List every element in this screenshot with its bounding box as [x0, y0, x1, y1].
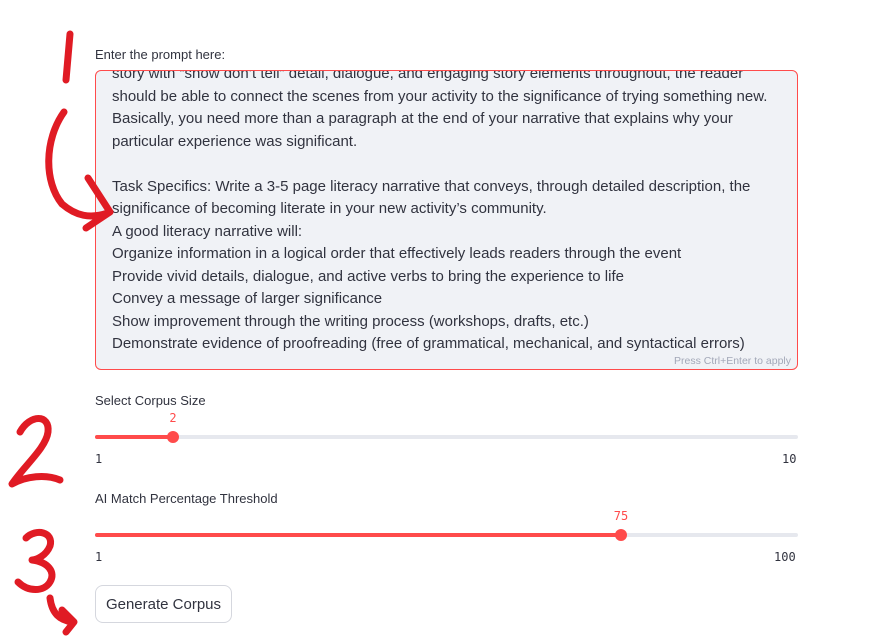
annotation-2 — [8, 415, 64, 488]
threshold-label: AI Match Percentage Threshold — [95, 491, 278, 506]
annotation-1 — [62, 30, 74, 84]
corpus-size-fill — [95, 435, 173, 439]
threshold-value: 75 — [613, 509, 629, 523]
prompt-textarea[interactable]: story with “show don’t tell” detail, dia… — [95, 70, 798, 370]
apply-hint: Press Ctrl+Enter to apply — [673, 355, 791, 367]
threshold-fill — [95, 533, 621, 537]
corpus-size-min: 1 — [95, 452, 103, 466]
prompt-label: Enter the prompt here: — [95, 47, 226, 62]
threshold-min: 1 — [95, 550, 103, 564]
annotation-3 — [14, 528, 56, 593]
threshold-max: 100 — [774, 550, 796, 564]
threshold-thumb[interactable] — [615, 529, 627, 541]
annotation-arrow-4 — [46, 594, 78, 636]
prompt-text: story with “show don’t tell” detail, dia… — [112, 70, 768, 352]
corpus-size-slider[interactable]: 2 — [95, 411, 798, 443]
corpus-size-label: Select Corpus Size — [95, 393, 206, 408]
corpus-size-max: 10 — [782, 452, 797, 466]
threshold-slider[interactable]: 75 — [95, 509, 798, 541]
corpus-size-value: 2 — [169, 411, 177, 425]
generate-corpus-button[interactable]: Generate Corpus — [95, 585, 232, 623]
corpus-size-thumb[interactable] — [167, 431, 179, 443]
